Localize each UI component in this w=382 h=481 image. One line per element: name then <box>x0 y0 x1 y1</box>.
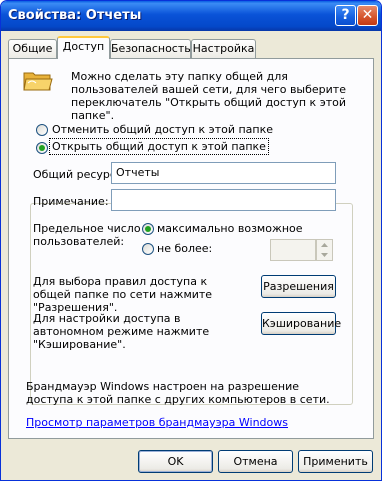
apply-button[interactable]: Применить <box>298 450 373 473</box>
title-bar[interactable]: Свойства: Отчеты ? ✕ <box>1 1 381 31</box>
permissions-text: Для выбора правил доступа к общей папке … <box>33 275 213 314</box>
ok-button[interactable]: OK <box>138 450 213 473</box>
limit-spinner[interactable] <box>316 239 333 261</box>
share-name-input[interactable]: Отчеты <box>111 162 336 184</box>
properties-dialog: Свойства: Отчеты ? ✕ Общие Доступ Безопа… <box>0 0 382 481</box>
caching-text: Для настройки доступа в автономном режим… <box>33 312 210 351</box>
cancel-button[interactable]: Отмена <box>218 450 293 473</box>
sharing-description: Можно сделать эту папку общей для пользо… <box>71 70 347 122</box>
limit-max-radio[interactable] <box>142 223 154 235</box>
question-icon: ? <box>341 7 350 23</box>
close-icon: ✕ <box>361 7 374 23</box>
shared-folder-icon <box>23 72 53 91</box>
unshare-radio[interactable] <box>36 124 48 136</box>
share-name-label: Общий ресурс: <box>33 168 120 181</box>
user-limit-label: Предельное число пользователей: <box>33 222 141 248</box>
tab-general[interactable]: Общие <box>8 39 57 58</box>
share-label[interactable]: Открыть общий доступ к этой папке <box>49 138 269 155</box>
tab-customize[interactable]: Настройка <box>191 39 256 58</box>
limit-n-input[interactable] <box>270 239 316 261</box>
limit-n-radio[interactable] <box>142 243 154 255</box>
comment-label: Примечание: <box>33 195 109 208</box>
limit-max-label[interactable]: максимально возможное <box>157 222 303 235</box>
sharing-panel: Можно сделать эту папку общей для пользо… <box>8 58 374 439</box>
caching-button[interactable]: Кэширование <box>261 312 341 335</box>
tab-security[interactable]: Безопасность <box>110 39 191 58</box>
comment-input[interactable] <box>111 189 336 211</box>
share-radio[interactable] <box>36 142 48 154</box>
window-title: Свойства: Отчеты <box>8 8 142 23</box>
tab-sharing[interactable]: Доступ <box>57 36 110 59</box>
spinner-arrows-icon <box>321 243 328 257</box>
limit-n-label[interactable]: не более: <box>157 242 212 255</box>
close-button[interactable]: ✕ <box>357 5 378 26</box>
firewall-settings-link[interactable]: Просмотр параметров брандмауэра Windows <box>26 416 288 429</box>
firewall-text: Брандмауэр Windows настроен на разрешени… <box>26 380 330 406</box>
permissions-button[interactable]: Разрешения <box>261 275 336 298</box>
help-button[interactable]: ? <box>335 5 356 26</box>
unshare-label[interactable]: Отменить общий доступ к этой папке <box>52 123 273 136</box>
